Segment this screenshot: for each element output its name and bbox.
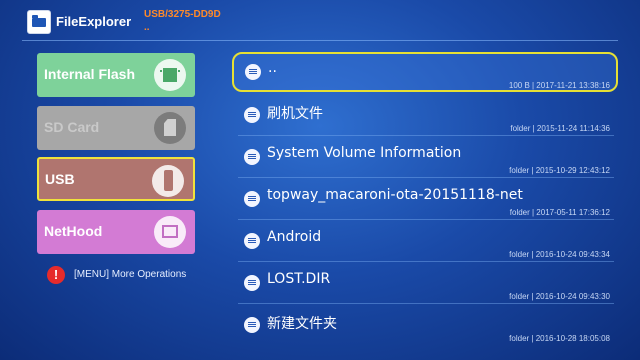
folder-menu-icon xyxy=(244,149,260,165)
sd-card-icon xyxy=(154,112,186,144)
file-row[interactable]: .. 100 B | 2017-11-21 13:38:16 xyxy=(232,52,618,92)
row-divider xyxy=(238,219,614,220)
file-meta: folder | 2016-10-24 09:43:34 xyxy=(509,250,610,259)
file-name: 刷机文件 xyxy=(267,106,323,122)
app-title: FileExplorer xyxy=(56,14,132,29)
folder-menu-icon xyxy=(244,275,260,291)
current-path-parent: .. xyxy=(144,22,150,33)
exclamation-icon: ! xyxy=(47,266,65,284)
file-row[interactable]: LOST.DIR folder | 2016-10-24 09:43:30 xyxy=(232,264,618,304)
usb-icon xyxy=(152,165,184,197)
menu-hint-text: [MENU] More Operations xyxy=(74,269,187,280)
file-menu-icon xyxy=(245,64,261,80)
row-divider xyxy=(238,303,614,304)
file-meta: folder | 2016-10-28 18:05:08 xyxy=(509,334,610,343)
storage-button-label: NetHood xyxy=(44,223,103,239)
storage-button-internal-flash[interactable]: Internal Flash xyxy=(37,53,195,97)
file-row[interactable]: topway_macaroni-ota-20151118-net folder … xyxy=(232,180,618,220)
folder-menu-icon xyxy=(244,107,260,123)
header-divider xyxy=(22,40,618,41)
file-name: Android xyxy=(267,229,322,245)
storage-button-label: SD Card xyxy=(44,119,100,135)
file-name: .. xyxy=(268,60,277,76)
file-explorer-app-icon xyxy=(27,10,51,34)
storage-button-nethood[interactable]: NetHood xyxy=(37,210,195,254)
storage-button-sd-card[interactable]: SD Card xyxy=(37,106,195,150)
file-name: 新建文件夹 xyxy=(267,316,337,332)
network-icon xyxy=(154,216,186,248)
folder-menu-icon xyxy=(244,317,260,333)
header-bar: FileExplorer USB/3275-DD9D .. xyxy=(0,0,640,42)
folder-menu-icon xyxy=(244,191,260,207)
row-divider xyxy=(238,135,614,136)
file-name: topway_macaroni-ota-20151118-net xyxy=(267,187,523,203)
file-meta: folder | 2017-05-11 17:36:12 xyxy=(509,208,610,217)
file-name: System Volume Information xyxy=(267,145,462,161)
file-meta: folder | 2016-10-24 09:43:30 xyxy=(509,292,610,301)
row-divider xyxy=(238,261,614,262)
storage-button-label: Internal Flash xyxy=(44,66,136,82)
storage-button-label: USB xyxy=(45,171,75,187)
folder-menu-icon xyxy=(244,233,260,249)
row-divider xyxy=(238,177,614,178)
file-name: LOST.DIR xyxy=(267,271,331,287)
file-meta: 100 B | 2017-11-21 13:38:16 xyxy=(508,81,610,90)
storage-button-usb[interactable]: USB xyxy=(37,157,195,201)
file-row[interactable]: System Volume Information folder | 2015-… xyxy=(232,138,618,178)
file-row[interactable]: Android folder | 2016-10-24 09:43:34 xyxy=(232,222,618,262)
current-path: USB/3275-DD9D xyxy=(144,9,221,20)
file-row[interactable]: 新建文件夹 folder | 2016-10-28 18:05:08 xyxy=(232,306,618,346)
file-row[interactable]: 刷机文件 folder | 2015-11-24 11:14:36 xyxy=(232,96,618,136)
file-meta: folder | 2015-10-29 12:43:12 xyxy=(509,166,610,175)
file-meta: folder | 2015-11-24 11:14:36 xyxy=(510,124,610,133)
internal-flash-icon xyxy=(154,59,186,91)
